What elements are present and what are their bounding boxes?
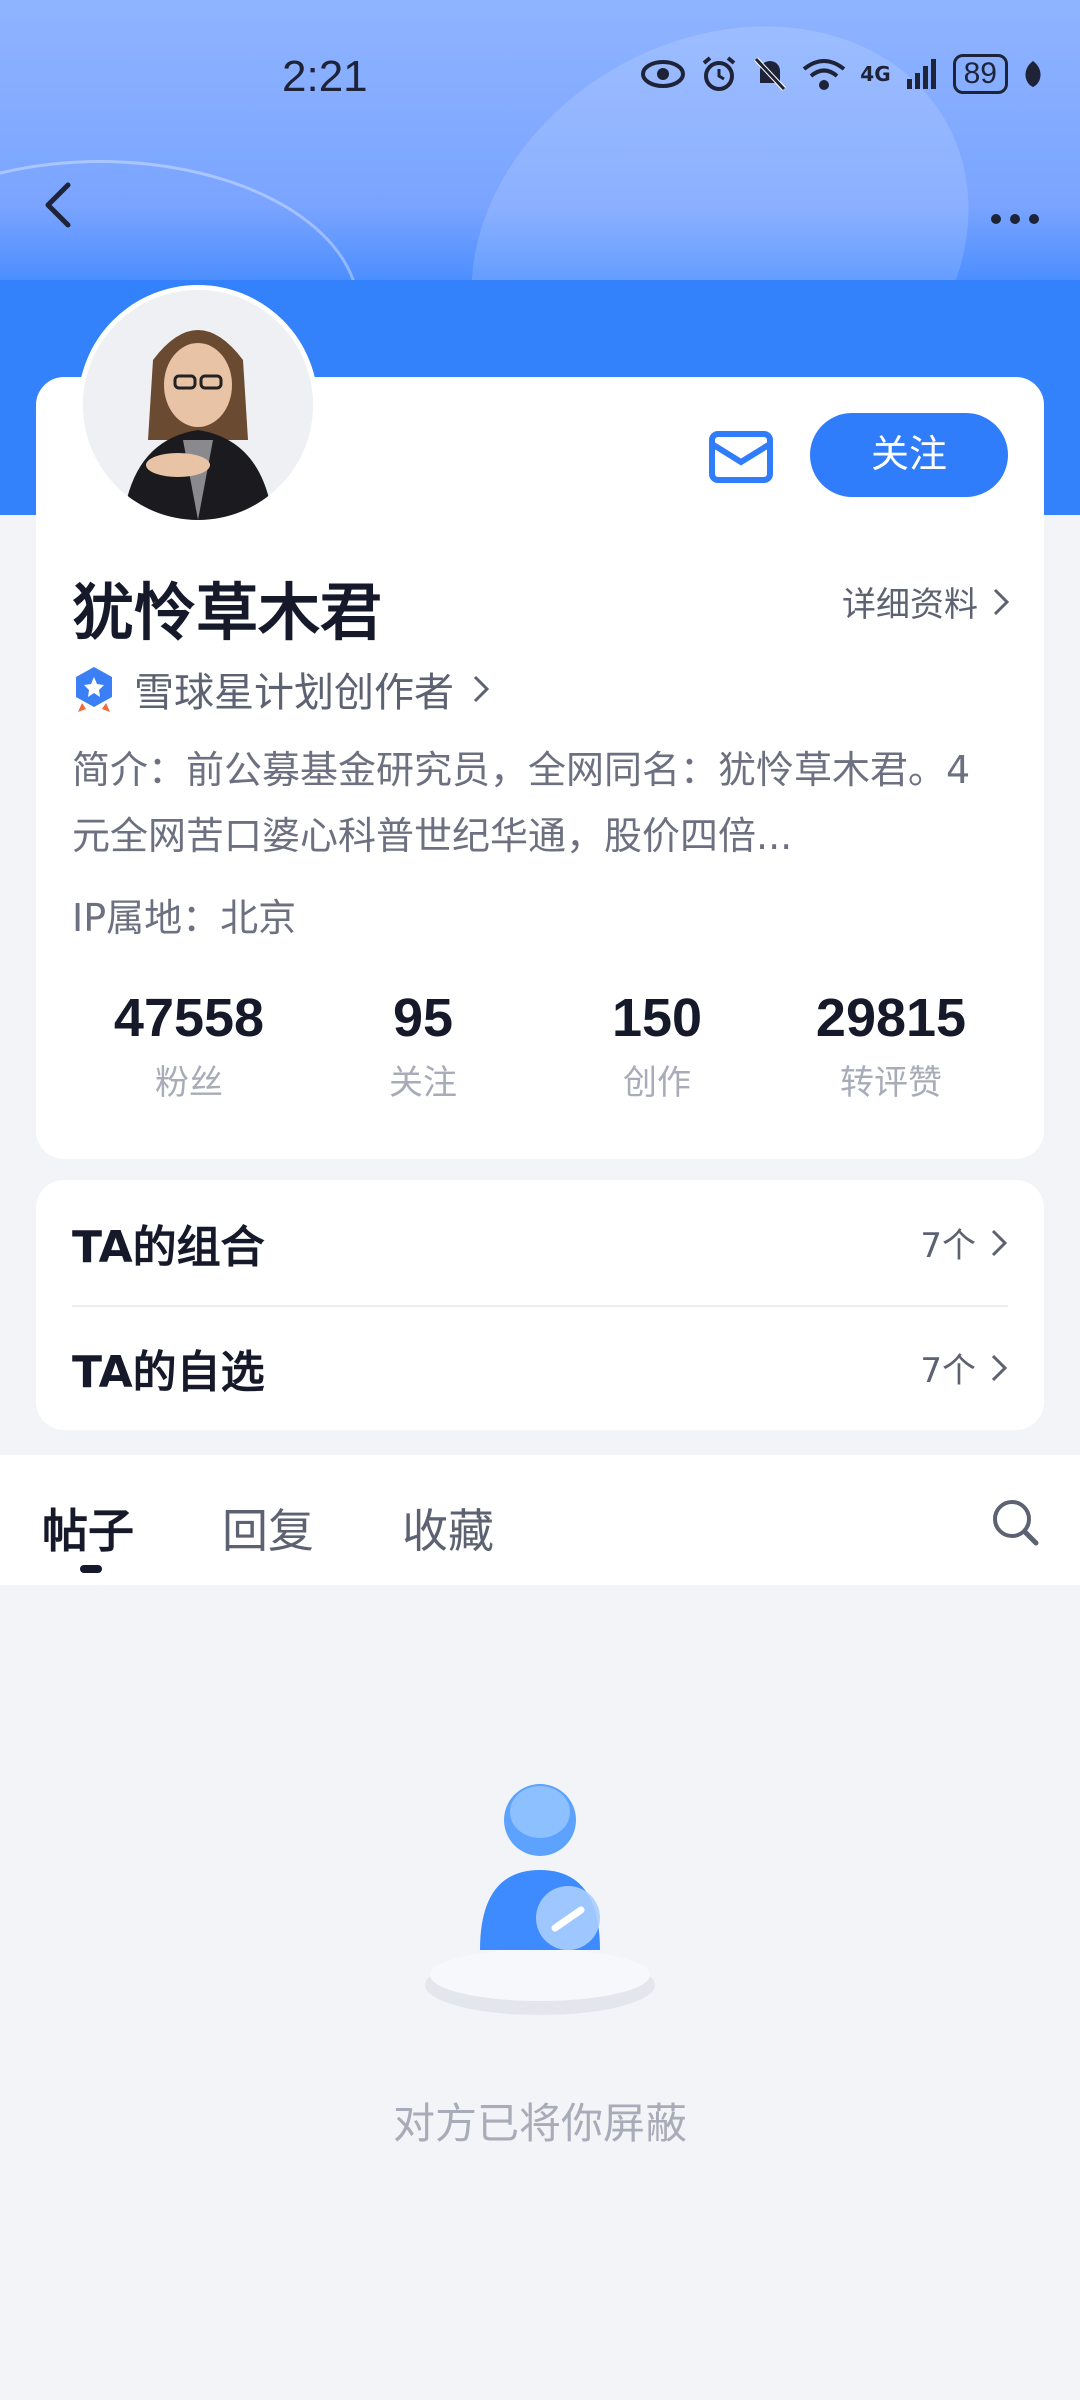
chevron-right-icon: [473, 675, 490, 703]
stat-value: 150: [611, 988, 703, 1048]
status-time: 2:21: [282, 52, 368, 101]
chevron-right-icon: [991, 1229, 1008, 1256]
stat-label: 关注: [389, 1063, 457, 1103]
list-item-count: 7个: [920, 1343, 1008, 1392]
back-button[interactable]: [30, 175, 90, 235]
stat-label: 创作: [623, 1063, 691, 1103]
stat-followers[interactable]: 47558 粉丝: [72, 987, 306, 1104]
leaf-icon: [1025, 61, 1041, 87]
stat-label: 转评赞: [840, 1063, 942, 1103]
signal-4g: 4G: [860, 62, 891, 86]
blocked-user-icon: [425, 1784, 655, 2015]
creator-badge-icon: [76, 667, 112, 712]
page-title: 犹怜草木君: [72, 576, 383, 649]
tab-replies[interactable]: 回复: [222, 1495, 314, 1561]
status-bar: 2:21 4G 89: [0, 0, 1080, 160]
signal-bars-icon: [906, 59, 936, 89]
message-button[interactable]: [706, 422, 776, 492]
detail-profile-link[interactable]: 详细资料: [842, 577, 1010, 626]
chevron-right-icon: [993, 588, 1010, 615]
more-dots-icon: [991, 214, 1039, 224]
mute-bell-icon: [754, 57, 787, 91]
list-item-label: TA的自选: [72, 1346, 265, 1398]
status-icons: 4G 89: [640, 54, 1044, 94]
profile-bio[interactable]: 简介：前公募基金研究员，全网同名：犹怜草木君。4元全网苦口婆心科普世纪华通，股价…: [72, 737, 1002, 869]
chevron-right-icon: [991, 1354, 1008, 1381]
wifi-icon: [803, 59, 846, 90]
top-navigation: [0, 165, 1080, 245]
empty-state-message: 对方已将你屏蔽: [392, 2099, 687, 2148]
list-item-label: TA的组合: [72, 1221, 265, 1273]
avatar-person-icon: [83, 290, 313, 520]
ip-location: IP属地：北京: [72, 896, 297, 940]
list-item-portfolio[interactable]: TA的组合 7个: [72, 1180, 1008, 1305]
creator-badge-link[interactable]: 雪球星计划创作者: [72, 660, 490, 718]
portfolio-list-card: TA的组合 7个 TA的自选 7个: [36, 1180, 1044, 1430]
stat-value: 95: [392, 988, 454, 1048]
stat-creations[interactable]: 150 创作: [540, 987, 774, 1104]
list-item-count-text: 7个: [920, 1351, 976, 1391]
mail-icon: [709, 431, 773, 483]
search-button[interactable]: [988, 1495, 1044, 1551]
stat-value: 47558: [113, 988, 265, 1048]
follow-button[interactable]: 关注: [810, 413, 1008, 497]
tab-favorites[interactable]: 收藏: [402, 1495, 494, 1561]
detail-profile-label: 详细资料: [842, 585, 978, 625]
stat-following[interactable]: 95 关注: [306, 987, 540, 1104]
search-icon: [993, 1500, 1039, 1546]
profile-stats: 47558 粉丝 95 关注 150 创作 29815 转评赞: [36, 987, 1044, 1104]
battery-indicator: 89: [952, 54, 1008, 94]
stat-interactions[interactable]: 29815 转评赞: [774, 987, 1008, 1104]
alarm-icon: [703, 56, 736, 91]
blocked-user-illustration: [410, 1770, 670, 2030]
list-item-count: 7个: [920, 1218, 1008, 1267]
stat-value: 29815: [815, 988, 967, 1048]
avatar[interactable]: [78, 285, 318, 525]
list-item-count-text: 7个: [920, 1226, 976, 1266]
content-tabs: 帖子 回复 收藏: [0, 1455, 1080, 1585]
chevron-left-icon: [45, 182, 71, 228]
stat-label: 粉丝: [155, 1063, 223, 1103]
creator-badge-label: 雪球星计划创作者: [134, 670, 454, 716]
eye-icon: [641, 60, 686, 88]
more-options-button[interactable]: [980, 175, 1050, 235]
tab-posts[interactable]: 帖子: [42, 1495, 134, 1561]
list-item-watchlist[interactable]: TA的自选 7个: [72, 1305, 1008, 1430]
tab-indicator: [80, 1565, 102, 1573]
